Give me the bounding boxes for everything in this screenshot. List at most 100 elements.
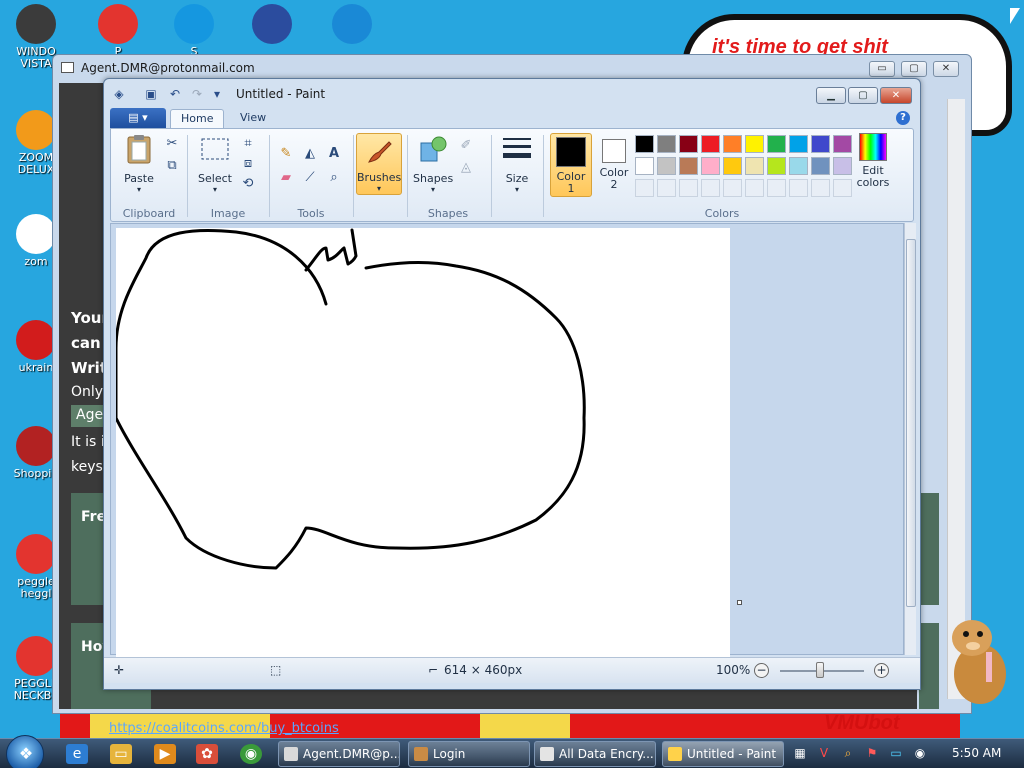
paint-title-bar[interactable]: ◈ ▣ ↶ ↷ ▾ Untitled - Paint ▁ ▢ ✕ xyxy=(104,79,920,107)
canvas-resize-handle[interactable] xyxy=(737,600,742,605)
tray-flag-icon[interactable]: ⚑ xyxy=(864,745,880,761)
taskbar-button[interactable]: Untitled - Paint xyxy=(662,741,784,767)
paste-button[interactable]: Paste ▾ xyxy=(117,133,161,194)
app-shortcut-icon[interactable]: ✿ xyxy=(196,744,218,764)
palette-swatch[interactable] xyxy=(811,135,830,153)
outline-icon[interactable]: ✐ xyxy=(457,137,475,155)
brushes-button[interactable]: Brushes ▾ xyxy=(356,133,402,195)
desktop-shortcut[interactable]: S xyxy=(160,4,228,58)
canvas-scrollbar[interactable] xyxy=(904,223,916,655)
select-button[interactable]: Select ▾ xyxy=(193,133,237,194)
tab-view[interactable]: View xyxy=(230,109,276,129)
palette-swatch[interactable] xyxy=(635,135,654,153)
save-icon[interactable]: ▣ xyxy=(144,87,158,101)
maximize-button[interactable]: ▢ xyxy=(848,87,878,104)
minimize-button[interactable]: ▁ xyxy=(816,87,846,104)
help-icon[interactable]: ? xyxy=(896,111,910,125)
palette-swatch[interactable] xyxy=(723,135,742,153)
file-menu-button[interactable]: ▤ ▾ xyxy=(110,108,166,128)
palette-swatch[interactable] xyxy=(767,135,786,153)
zoom-in-button[interactable]: + xyxy=(874,663,889,678)
palette-swatch[interactable] xyxy=(723,157,742,175)
palette-swatch[interactable] xyxy=(657,135,676,153)
desktop-shortcut[interactable] xyxy=(318,4,386,46)
palette-swatch[interactable] xyxy=(789,135,808,153)
palette-custom-swatch[interactable] xyxy=(745,179,764,197)
file-explorer-icon[interactable]: ▭ xyxy=(110,744,132,764)
tray-v-icon[interactable]: V xyxy=(816,745,832,761)
eraser-icon[interactable]: ▰ xyxy=(277,169,295,187)
minimize-button[interactable]: ▭ xyxy=(869,61,895,77)
palette-swatch[interactable] xyxy=(745,135,764,153)
copy-icon[interactable]: ⧉ xyxy=(163,157,181,175)
palette-custom-swatch[interactable] xyxy=(701,179,720,197)
zoom-out-button[interactable]: − xyxy=(754,663,769,678)
resize-icon[interactable]: ⧈ xyxy=(239,155,257,173)
palette-custom-swatch[interactable] xyxy=(833,179,852,197)
taskbar-button[interactable]: Login xyxy=(408,741,530,767)
fill-icon[interactable]: ◭ xyxy=(301,145,319,163)
internet-explorer-icon[interactable]: e xyxy=(66,744,88,764)
color2-button[interactable]: Color 2 xyxy=(595,133,633,191)
palette-swatch[interactable] xyxy=(789,157,808,175)
palette-swatch[interactable] xyxy=(833,135,852,153)
drawing-canvas[interactable] xyxy=(114,228,730,658)
browser-scrollbar[interactable] xyxy=(947,99,965,699)
scrollbar-thumb[interactable] xyxy=(906,239,916,607)
palette-custom-swatch[interactable] xyxy=(767,179,786,197)
palette-swatch[interactable] xyxy=(679,135,698,153)
palette-swatch[interactable] xyxy=(745,157,764,175)
taskbar-button[interactable]: All Data Encry... xyxy=(534,741,656,767)
clock[interactable]: 5:50 AM xyxy=(952,746,1001,760)
palette-swatch[interactable] xyxy=(833,157,852,175)
palette-custom-swatch[interactable] xyxy=(679,179,698,197)
crop-icon[interactable]: ⌗ xyxy=(239,135,257,153)
tray-search-icon[interactable]: ⌕ xyxy=(840,745,856,761)
close-button[interactable]: ✕ xyxy=(880,87,912,104)
paint-window[interactable]: ◈ ▣ ↶ ↷ ▾ Untitled - Paint ▁ ▢ ✕ ▤ ▾ Hom… xyxy=(103,78,921,690)
desktop-shortcut[interactable] xyxy=(238,4,306,46)
pencil-icon[interactable]: ✎ xyxy=(277,145,295,163)
zoom-slider-thumb[interactable] xyxy=(816,662,824,678)
undo-icon[interactable]: ↶ xyxy=(168,87,182,101)
rotate-icon[interactable]: ⟲ xyxy=(239,175,257,193)
palette-swatch[interactable] xyxy=(657,157,676,175)
magnifier-icon[interactable]: ⌕ xyxy=(325,169,343,187)
palette-swatch[interactable] xyxy=(811,157,830,175)
color-picker-icon[interactable]: ⟋ xyxy=(301,169,319,187)
palette-swatch[interactable] xyxy=(767,157,786,175)
palette-swatch[interactable] xyxy=(635,157,654,175)
tray-monitor-icon[interactable]: ▭ xyxy=(888,745,904,761)
palette-custom-swatch[interactable] xyxy=(811,179,830,197)
palette-custom-swatch[interactable] xyxy=(635,179,654,197)
tray-app-icon[interactable]: ▦ xyxy=(792,745,808,761)
freehand-drawing xyxy=(114,228,586,570)
tray-volume-icon[interactable]: ◉ xyxy=(912,745,928,761)
palette-custom-swatch[interactable] xyxy=(657,179,676,197)
shape-fill-icon[interactable]: ◬ xyxy=(457,159,475,177)
edit-colors-button[interactable]: Edit colors xyxy=(853,133,893,189)
palette-swatch[interactable] xyxy=(701,157,720,175)
close-button[interactable]: ✕ xyxy=(933,61,959,77)
customize-toolbar-icon[interactable]: ▾ xyxy=(210,87,224,101)
palette-swatch[interactable] xyxy=(679,157,698,175)
palette-custom-swatch[interactable] xyxy=(789,179,808,197)
desktop-shortcut[interactable]: P xyxy=(84,4,152,58)
maximize-button[interactable]: ▢ xyxy=(901,61,927,77)
payment-link[interactable]: https://coalitcoins.com/buy_btcoins xyxy=(109,721,339,736)
palette-swatch[interactable] xyxy=(701,135,720,153)
size-button[interactable]: Size ▾ xyxy=(497,133,537,194)
color1-button[interactable]: Color 1 xyxy=(550,133,592,197)
shapes-button[interactable]: Shapes ▾ xyxy=(413,133,453,194)
tab-home[interactable]: Home xyxy=(170,109,225,129)
redo-icon[interactable]: ↷ xyxy=(190,87,204,101)
palette-custom-swatch[interactable] xyxy=(723,179,742,197)
start-button[interactable]: ❖ xyxy=(6,735,44,768)
cut-icon[interactable]: ✂ xyxy=(163,135,181,153)
taskbar-button[interactable]: Agent.DMR@p... xyxy=(278,741,400,767)
peggle-heggle-icon xyxy=(16,534,56,574)
media-player-icon[interactable]: ▶ xyxy=(154,744,176,764)
text-icon[interactable]: A xyxy=(325,145,343,163)
system-tray: ▦ V ⌕ ⚑ ▭ ◉ xyxy=(792,745,932,763)
chrome-icon[interactable]: ◉ xyxy=(240,744,262,764)
